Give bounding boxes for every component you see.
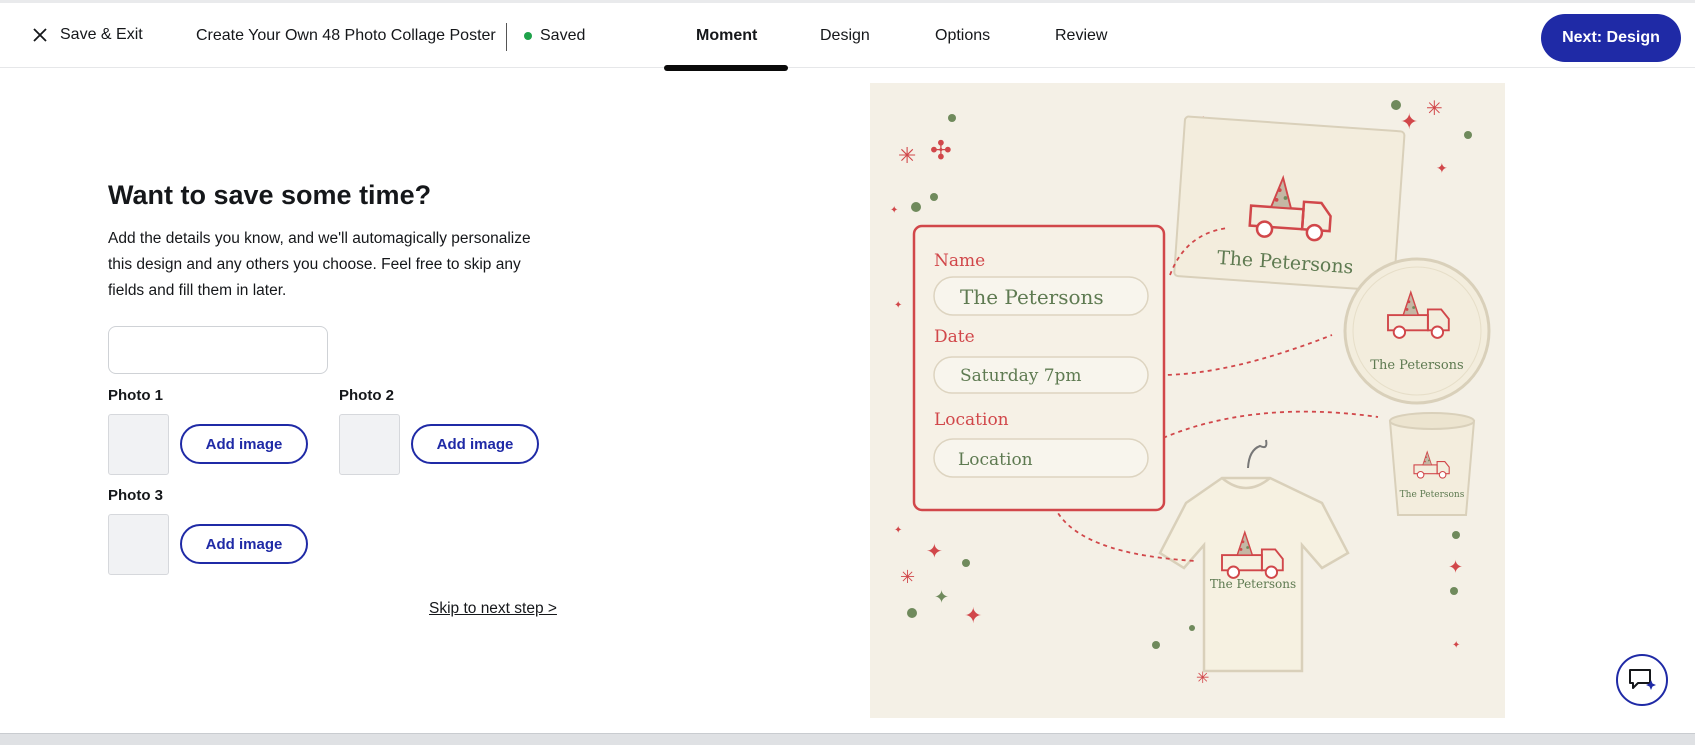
form-description: Add the details you know, and we'll auto… (108, 230, 531, 299)
svg-text:✳: ✳ (1426, 98, 1443, 120)
svg-text:✦: ✦ (1436, 160, 1448, 176)
name-field[interactable] (108, 326, 328, 374)
save-exit-label: Save & Exit (60, 26, 143, 43)
svg-text:✦: ✦ (934, 587, 949, 607)
top-bar: Save & Exit Create Your Own 48 Photo Col… (0, 0, 1695, 71)
photo-3-label: Photo 3 (108, 487, 163, 504)
save-exit-button[interactable]: Save & Exit (30, 25, 143, 45)
svg-text:✦: ✦ (964, 603, 982, 628)
svg-text:✦: ✦ (890, 205, 898, 216)
chat-sparkle-icon (1629, 669, 1656, 690)
tshirt-text: The Petersons (1210, 577, 1296, 591)
skip-next-step-link[interactable]: Skip to next step > (429, 600, 557, 618)
photo-1-label: Photo 1 (108, 387, 163, 404)
form-heading: Want to save some time? (108, 180, 432, 210)
save-status-label: Saved (540, 27, 586, 44)
svg-text:✦: ✦ (894, 300, 902, 311)
preview-illustration: ✳ ✣ ✳ ✦ ✳ ✦ ✦ ✳ ✦ ✦ ✳ ✦ ✦ ✦ ✦ ✦ ✦ (890, 98, 1491, 687)
svg-text:✦: ✦ (926, 541, 943, 563)
card-date-value: Saturday 7pm (960, 366, 1082, 386)
photo-3-thumbnail[interactable] (108, 514, 169, 575)
status-dot-icon (524, 32, 532, 40)
design-preview-image: ✳ ✣ ✳ ✦ ✳ ✦ ✦ ✳ ✦ ✦ ✳ ✦ ✦ ✦ ✦ ✦ ✦ (870, 83, 1505, 718)
svg-text:✳: ✳ (900, 567, 915, 587)
card-name-label: Name (934, 251, 985, 271)
bottom-strip (0, 733, 1695, 745)
card-location-value: Location (958, 450, 1033, 470)
photo-2-label: Photo 2 (339, 387, 394, 404)
add-image-button-3[interactable]: Add image (180, 524, 308, 564)
svg-text:✦: ✦ (1400, 109, 1418, 134)
photo-1-thumbnail[interactable] (108, 414, 169, 475)
photo-2-thumbnail[interactable] (339, 414, 400, 475)
svg-text:✦: ✦ (1448, 557, 1463, 577)
tab-review[interactable]: Review (1055, 27, 1107, 45)
header-divider (506, 23, 507, 51)
tab-design[interactable]: Design (820, 27, 870, 45)
coaster-text: The Petersons (1370, 358, 1463, 373)
tab-options[interactable]: Options (935, 27, 990, 45)
save-status: Saved (524, 27, 585, 45)
tab-moment[interactable]: Moment (696, 27, 757, 45)
active-tab-indicator (664, 65, 788, 71)
svg-text:✦: ✦ (894, 525, 902, 536)
next-design-button[interactable]: Next: Design (1541, 14, 1681, 62)
card-date-label: Date (934, 327, 975, 347)
svg-text:✳: ✳ (898, 143, 916, 168)
svg-text:✣: ✣ (930, 135, 952, 165)
add-image-button-2[interactable]: Add image (411, 424, 539, 464)
add-image-button-1[interactable]: Add image (180, 424, 308, 464)
card-name-value: The Petersons (960, 285, 1104, 309)
project-title: Create Your Own 48 Photo Collage Poster (196, 27, 496, 44)
svg-text:✳: ✳ (1196, 670, 1209, 687)
close-icon (33, 28, 47, 42)
card-location-label: Location (934, 410, 1009, 430)
chat-assistant-button[interactable] (1616, 654, 1668, 706)
cup-text: The Petersons (1400, 490, 1465, 500)
svg-text:✦: ✦ (1452, 640, 1460, 651)
